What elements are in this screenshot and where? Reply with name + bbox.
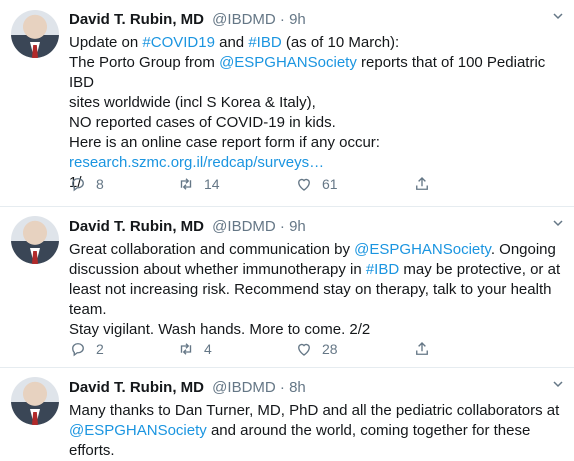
chevron-down-icon[interactable] <box>552 378 564 390</box>
tweet-time[interactable]: 8h <box>289 379 306 396</box>
author-handle[interactable]: @IBDMD <box>212 218 276 235</box>
tweet-text-segment: The Porto Group from <box>69 54 220 71</box>
tweet-text-line: team. <box>69 300 569 320</box>
tweet-text-line: Update on #COVID19 and #IBD (as of 10 Ma… <box>69 33 569 53</box>
heart-icon <box>298 343 310 356</box>
reply-count: 2 <box>96 341 104 357</box>
tweet-text-segment: Great collaboration and communication by <box>69 241 355 258</box>
tweet-text-segment: sites worldwide (incl S Korea & Italy), <box>69 94 316 111</box>
like-button[interactable]: 28 <box>295 340 338 358</box>
reply-button[interactable]: 2 <box>69 340 104 358</box>
share-icon <box>416 177 428 190</box>
retweet-button[interactable]: 4 <box>177 340 212 358</box>
tweet-text-segment: discussion about whether immunotherapy i… <box>69 261 366 278</box>
tweet-text-segment: Update on <box>69 34 143 51</box>
like-count: 28 <box>322 341 338 357</box>
retweet-icon <box>180 178 192 190</box>
tweet-text-line: Here is an online case report form if an… <box>69 133 569 153</box>
separator-dot: · <box>279 379 285 396</box>
mention-link[interactable]: @ESPGHANSociety <box>219 54 357 71</box>
like-count: 61 <box>322 176 338 192</box>
heart-icon <box>298 178 310 191</box>
author-handle[interactable]: @IBDMD <box>212 11 276 28</box>
tweet[interactable]: David T. Rubin, MD @IBDMD · 8h Many than… <box>0 368 574 459</box>
author-name[interactable]: David T. Rubin, MD <box>69 218 204 235</box>
tweet-text-segment: least not increasing risk. Recommend sta… <box>69 281 552 298</box>
retweet-button[interactable]: 14 <box>177 175 220 193</box>
reply-icon <box>72 343 84 357</box>
share-button[interactable] <box>413 175 440 193</box>
author-handle[interactable]: @IBDMD <box>212 379 276 396</box>
reply-count: 8 <box>96 176 104 192</box>
share-icon <box>416 342 428 355</box>
tweet-text-line: The Porto Group from @ESPGHANSociety rep… <box>69 53 569 93</box>
tweet-feed: David T. Rubin, MD @IBDMD · 9h Update on… <box>0 0 574 459</box>
tweet-text-segment: Here is an online case report form if an… <box>69 134 380 151</box>
separator-dot: · <box>279 218 285 235</box>
tweet-text-line: research.szmc.org.il/redcap/surveys… <box>69 153 569 173</box>
tweet-text: Great collaboration and communication by… <box>69 240 569 340</box>
tweet-header: David T. Rubin, MD @IBDMD · 9h <box>69 218 306 235</box>
tweet-text-segment: Many thanks to Dan Turner, MD, PhD and a… <box>69 402 560 419</box>
tweet-actions: 8 14 61 <box>69 175 569 195</box>
tweet[interactable]: David T. Rubin, MD @IBDMD · 9h Update on… <box>0 0 574 207</box>
tweet-text-line: Many thanks to Dan Turner, MD, PhD and a… <box>69 401 569 421</box>
tweet-text-line: discussion about whether immunotherapy i… <box>69 260 569 280</box>
reply-icon <box>72 178 84 192</box>
tweet-text-segment: . Ongoing <box>490 241 556 258</box>
share-button[interactable] <box>413 340 440 358</box>
tweet-text-segment: may be protective, or at <box>399 261 561 278</box>
hashtag-link[interactable]: #COVID19 <box>142 34 215 51</box>
avatar[interactable] <box>11 216 59 264</box>
tweet-header: David T. Rubin, MD @IBDMD · 9h <box>69 11 306 28</box>
author-name[interactable]: David T. Rubin, MD <box>69 379 204 396</box>
hashtag-link[interactable]: #IBD <box>366 261 399 278</box>
retweet-count: 14 <box>204 176 220 192</box>
tweet-text-segment: team. <box>69 301 107 318</box>
tweet-text-segment: and <box>214 34 249 51</box>
tweet-text-line: NO reported cases of COVID-19 in kids. <box>69 113 569 133</box>
tweet-text-line: Stay vigilant. Wash hands. More to come.… <box>69 320 569 340</box>
tweet-time[interactable]: 9h <box>289 218 306 235</box>
tweet-text-segment: (as of 10 March): <box>281 34 400 51</box>
tweet-text-line: sites worldwide (incl S Korea & Italy), <box>69 93 569 113</box>
tweet-text-segment: NO reported cases of COVID-19 in kids. <box>69 114 336 131</box>
tweet-text-segment: Stay vigilant. Wash hands. More to come.… <box>69 321 371 338</box>
hashtag-link[interactable]: #IBD <box>248 34 281 51</box>
mention-link[interactable]: @ESPGHANSociety <box>69 422 207 439</box>
retweet-count: 4 <box>204 341 212 357</box>
reply-button[interactable]: 8 <box>69 175 104 193</box>
tweet-text: Many thanks to Dan Turner, MD, PhD and a… <box>69 401 569 461</box>
mention-link[interactable]: @ESPGHANSociety <box>354 241 491 258</box>
tweet-text: Update on #COVID19 and #IBD (as of 10 Ma… <box>69 33 569 193</box>
separator-dot: · <box>279 11 285 28</box>
tweet-text-line: @ESPGHANSociety and around the world, co… <box>69 421 569 461</box>
chevron-down-icon[interactable] <box>552 10 564 22</box>
tweet-time[interactable]: 9h <box>289 11 306 28</box>
avatar[interactable] <box>11 10 59 58</box>
tweet-text-line: least not increasing risk. Recommend sta… <box>69 280 569 300</box>
author-name[interactable]: David T. Rubin, MD <box>69 11 204 28</box>
tweet-actions: 2 4 28 <box>69 340 569 360</box>
tweet-header: David T. Rubin, MD @IBDMD · 8h <box>69 379 306 396</box>
tweet[interactable]: David T. Rubin, MD @IBDMD · 9h Great col… <box>0 207 574 368</box>
avatar[interactable] <box>11 377 59 425</box>
retweet-icon <box>180 343 192 355</box>
like-button[interactable]: 61 <box>295 175 338 193</box>
tweet-text-line: Great collaboration and communication by… <box>69 240 569 260</box>
chevron-down-icon[interactable] <box>552 217 564 229</box>
url-link[interactable]: research.szmc.org.il/redcap/surveys… <box>69 154 324 171</box>
